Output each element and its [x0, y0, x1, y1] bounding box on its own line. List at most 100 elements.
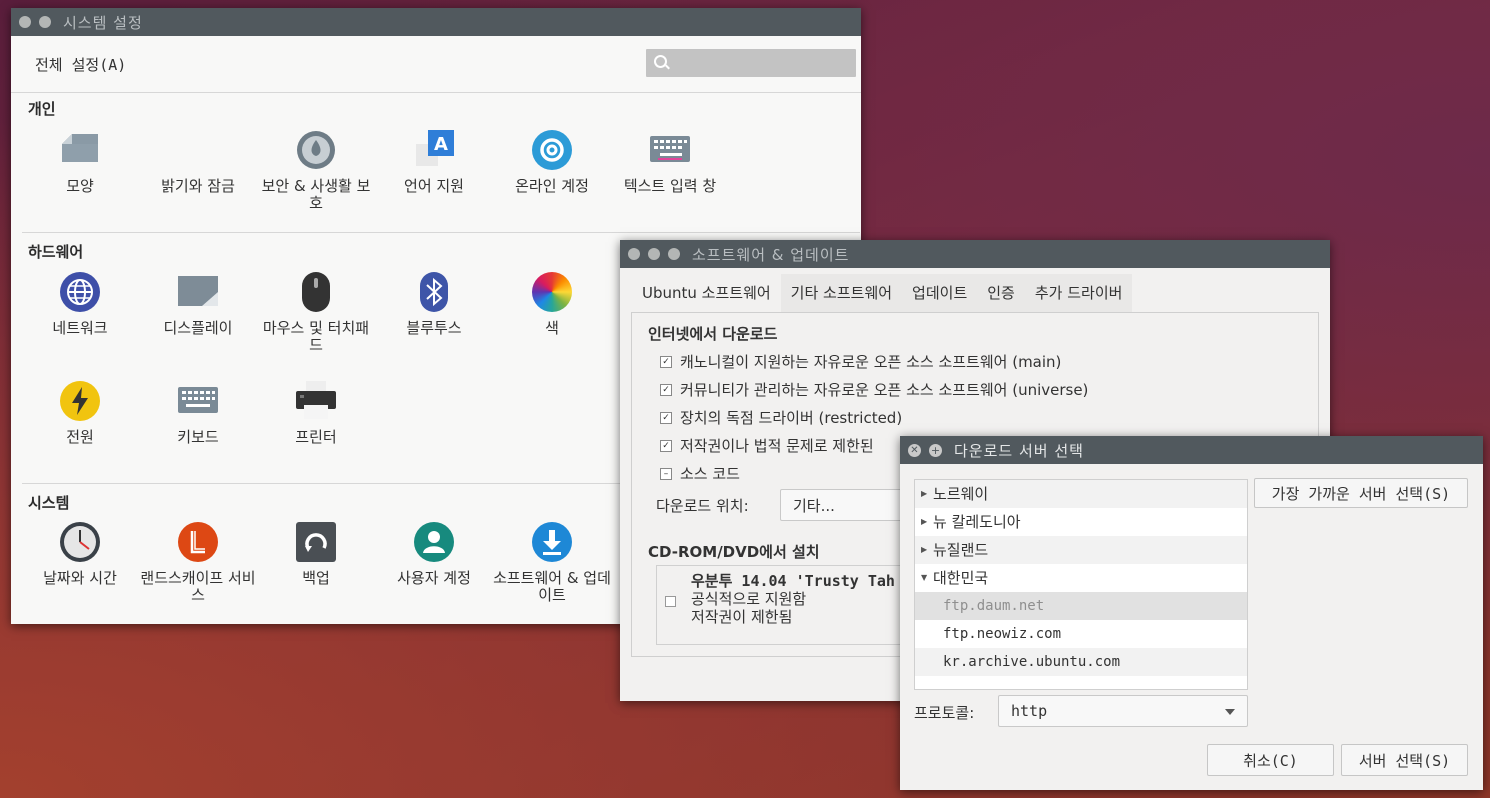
cdrom-checkbox[interactable]	[665, 596, 676, 607]
text-entry-icon	[650, 130, 690, 170]
tab-other-software[interactable]: 기타 소프트웨어	[781, 274, 902, 312]
option-restricted[interactable]: ✓ 장치의 독점 드라이버 (restricted)	[660, 407, 902, 428]
download-from-value: 기타...	[793, 497, 835, 515]
cdrom-heading: CD-ROM/DVD에서 설치	[648, 543, 820, 561]
settings-item-network[interactable]: 네트워크	[21, 272, 139, 337]
country-label: 뉴질랜드	[933, 541, 989, 559]
item-label: 블루투스	[406, 319, 462, 337]
option-main[interactable]: ✓ 캐노니컬이 지원하는 자유로운 오픈 소스 소프트웨어 (main)	[660, 351, 1061, 372]
all-settings-button[interactable]: 전체 설정(A)	[35, 54, 126, 75]
select-nearest-server-button[interactable]: 가장 가까운 서버 선택(S)	[1254, 478, 1468, 508]
item-label: 키보드	[177, 428, 219, 446]
choose-server-button[interactable]: 서버 선택(S)	[1341, 744, 1468, 776]
option-universe[interactable]: ✓ 커뮤니티가 관리하는 자유로운 오픈 소스 소프트웨어 (universe)	[660, 379, 1088, 400]
search-icon	[654, 55, 667, 68]
tab-bar: Ubuntu 소프트웨어 기타 소프트웨어 업데이트 인증 추가 드라이버	[632, 274, 1133, 312]
keyboard-icon	[178, 381, 218, 421]
item-label: 날짜와 시간	[43, 569, 117, 587]
collapse-arrow-icon[interactable]: ▼	[921, 564, 927, 592]
list-item[interactable]: ▶ 뉴 칼레도니아	[915, 508, 1247, 536]
list-item[interactable]: ▶ 노르웨이	[915, 480, 1247, 508]
window-title: 시스템 설정	[63, 13, 143, 32]
tab-authentication[interactable]: 인증	[977, 274, 1025, 312]
list-item[interactable]: ftp.neowiz.com	[915, 620, 1247, 648]
list-item-selected[interactable]: ftp.daum.net	[915, 592, 1247, 620]
settings-item-appearance[interactable]: 모양	[21, 130, 139, 195]
option-label: 커뮤니티가 관리하는 자유로운 오픈 소스 소프트웨어 (universe)	[680, 381, 1089, 399]
search-input[interactable]	[646, 49, 856, 77]
cdrom-line2: 저작권이 제한됨	[691, 608, 793, 626]
software-titlebar: 소프트웨어 & 업데이트	[620, 240, 1330, 268]
settings-item-landscape[interactable]: 랜드스캐이프 서비스	[139, 522, 257, 604]
protocol-label: 프로토콜:	[914, 704, 975, 722]
item-label: 백업	[302, 569, 330, 587]
cancel-button[interactable]: 취소(C)	[1207, 744, 1334, 776]
settings-item-color[interactable]: 색	[493, 272, 611, 337]
tab-additional-drivers[interactable]: 추가 드라이버	[1025, 274, 1133, 312]
item-label: 마우스 및 터치패드	[262, 319, 370, 354]
mouse-icon	[296, 272, 336, 312]
checkbox[interactable]: ✓	[660, 439, 672, 452]
settings-item-security-privacy[interactable]: 보안 & 사생활 보호	[257, 130, 375, 212]
minimize-window-button[interactable]	[39, 16, 51, 28]
item-label: 네트워크	[52, 319, 108, 337]
settings-item-bluetooth[interactable]: 블루투스	[375, 272, 493, 337]
close-window-button[interactable]	[19, 16, 31, 28]
settings-item-display[interactable]: 디스플레이	[139, 272, 257, 337]
maximize-window-button[interactable]	[668, 248, 680, 260]
list-item[interactable]: ▼ 대한민국	[915, 564, 1247, 592]
country-label: 뉴 칼레도니아	[933, 513, 1021, 531]
option-source-code[interactable]: – 소스 코드	[660, 463, 740, 484]
checkbox[interactable]: ✓	[660, 411, 672, 424]
expand-arrow-icon[interactable]: ▶	[921, 508, 927, 536]
item-label: 모양	[66, 177, 94, 195]
item-label: 랜드스캐이프 서비스	[140, 569, 256, 604]
section-divider	[22, 232, 860, 233]
internet-heading: 인터넷에서 다운로드	[648, 325, 778, 343]
settings-item-software-updates[interactable]: 소프트웨어 & 업데이트	[493, 522, 611, 604]
checkbox-partial[interactable]: –	[660, 467, 672, 480]
item-label: 텍스트 입력 창	[623, 177, 717, 195]
settings-item-backup[interactable]: 백업	[257, 522, 375, 587]
tab-updates[interactable]: 업데이트	[902, 274, 977, 312]
settings-item-power[interactable]: 전원	[21, 381, 139, 446]
settings-item-printer[interactable]: 프린터	[257, 381, 375, 446]
server-list[interactable]: ▶ 노르웨이 ▶ 뉴 칼레도니아 ▶ 뉴질랜드 ▼ 대한민국 ftp.daum.…	[914, 479, 1248, 690]
brightness-lock-icon-graphic	[170, 130, 210, 170]
settings-item-user-accounts[interactable]: 사용자 계정	[375, 522, 493, 587]
settings-item-date-time[interactable]: 날짜와 시간	[21, 522, 139, 587]
user-accounts-icon	[414, 522, 454, 562]
settings-item-text-entry[interactable]: 텍스트 입력 창	[611, 130, 729, 195]
expand-arrow-icon[interactable]: ▶	[921, 480, 927, 508]
bluetooth-icon	[414, 272, 454, 312]
display-icon	[178, 272, 218, 312]
clock-icon	[60, 522, 100, 562]
settings-toolbar: 전체 설정(A)	[11, 36, 861, 93]
expand-arrow-icon[interactable]: ▶	[921, 536, 927, 564]
section-title-hardware: 하드웨어	[28, 243, 84, 261]
maximize-icon[interactable]: +	[929, 443, 942, 457]
section-title-personal: 개인	[28, 100, 56, 118]
option-multiverse[interactable]: ✓ 저작권이나 법적 문제로 제한된	[660, 435, 874, 456]
backup-icon	[296, 522, 336, 562]
close-icon[interactable]: ✕	[908, 443, 921, 457]
list-item[interactable]: ▶ 뉴질랜드	[915, 536, 1247, 564]
settings-item-language[interactable]: A 언어 지원	[375, 130, 493, 195]
checkbox[interactable]: ✓	[660, 355, 672, 368]
tab-ubuntu-software[interactable]: Ubuntu 소프트웨어	[632, 274, 781, 312]
checkbox[interactable]: ✓	[660, 383, 672, 396]
protocol-select[interactable]: http	[998, 695, 1248, 727]
list-item[interactable]: kr.archive.ubuntu.com	[915, 648, 1247, 676]
item-label: 전원	[66, 428, 94, 446]
settings-item-keyboard[interactable]: 키보드	[139, 381, 257, 446]
server-label: kr.archive.ubuntu.com	[943, 654, 1121, 670]
option-label: 저작권이나 법적 문제로 제한된	[680, 437, 874, 455]
item-label: 사용자 계정	[397, 569, 471, 587]
minimize-window-button[interactable]	[648, 248, 660, 260]
settings-item-online-accounts[interactable]: 온라인 계정	[493, 130, 611, 195]
dialog-titlebar: ✕ + 다운로드 서버 선택	[900, 436, 1483, 464]
language-icon: A	[414, 130, 454, 170]
protocol-value: http	[1011, 702, 1048, 720]
close-window-button[interactable]	[628, 248, 640, 260]
settings-item-mouse[interactable]: 마우스 및 터치패드	[257, 272, 375, 354]
